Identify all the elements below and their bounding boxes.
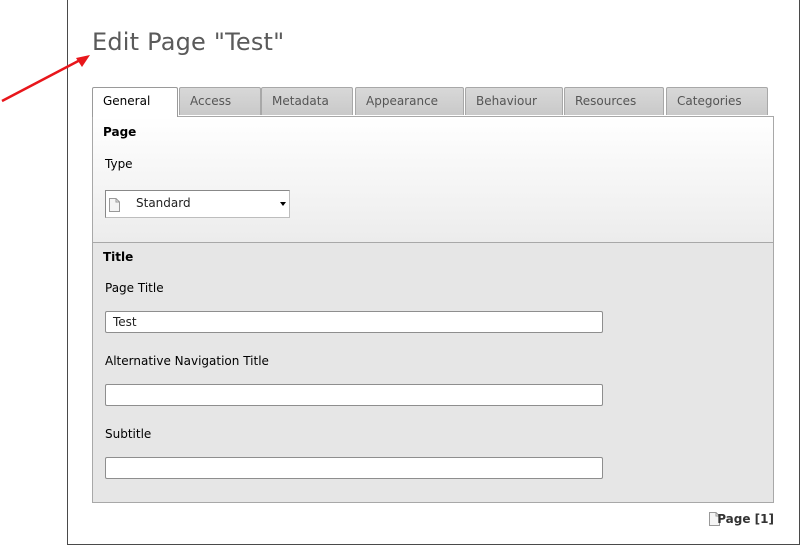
tab-behaviour[interactable]: Behaviour <box>465 87 563 115</box>
tab-access[interactable]: Access <box>179 87 261 115</box>
tab-general[interactable]: General <box>92 87 178 117</box>
page-title-input[interactable]: Test <box>105 311 603 333</box>
subtitle-label: Subtitle <box>105 427 152 441</box>
tab-appearance[interactable]: Appearance <box>355 87 464 115</box>
tab-resources[interactable]: Resources <box>564 87 664 115</box>
dropdown-arrow-icon <box>280 202 286 206</box>
tab-categories[interactable]: Categories <box>666 87 768 115</box>
page-section: Page Type Standard <box>93 117 773 243</box>
alt-nav-title-input[interactable] <box>105 384 603 406</box>
type-select[interactable]: Standard <box>105 190 290 218</box>
alt-nav-title-label: Alternative Navigation Title <box>105 354 269 368</box>
type-label: Type <box>105 157 133 171</box>
tab-metadata[interactable]: Metadata <box>261 87 353 115</box>
document-icon <box>109 198 120 212</box>
page-link[interactable]: Page [1] <box>717 512 774 526</box>
general-panel: Page Type Standard Title Page Title Test… <box>92 116 774 503</box>
subtitle-input[interactable] <box>105 457 603 479</box>
type-select-value: Standard <box>136 196 191 210</box>
title-section-title: Title <box>103 250 134 264</box>
page-title-label: Page Title <box>105 281 164 295</box>
page-title: Edit Page "Test" <box>92 28 285 56</box>
red-arrow-annotation <box>1 55 90 103</box>
page-section-title: Page <box>103 125 137 139</box>
